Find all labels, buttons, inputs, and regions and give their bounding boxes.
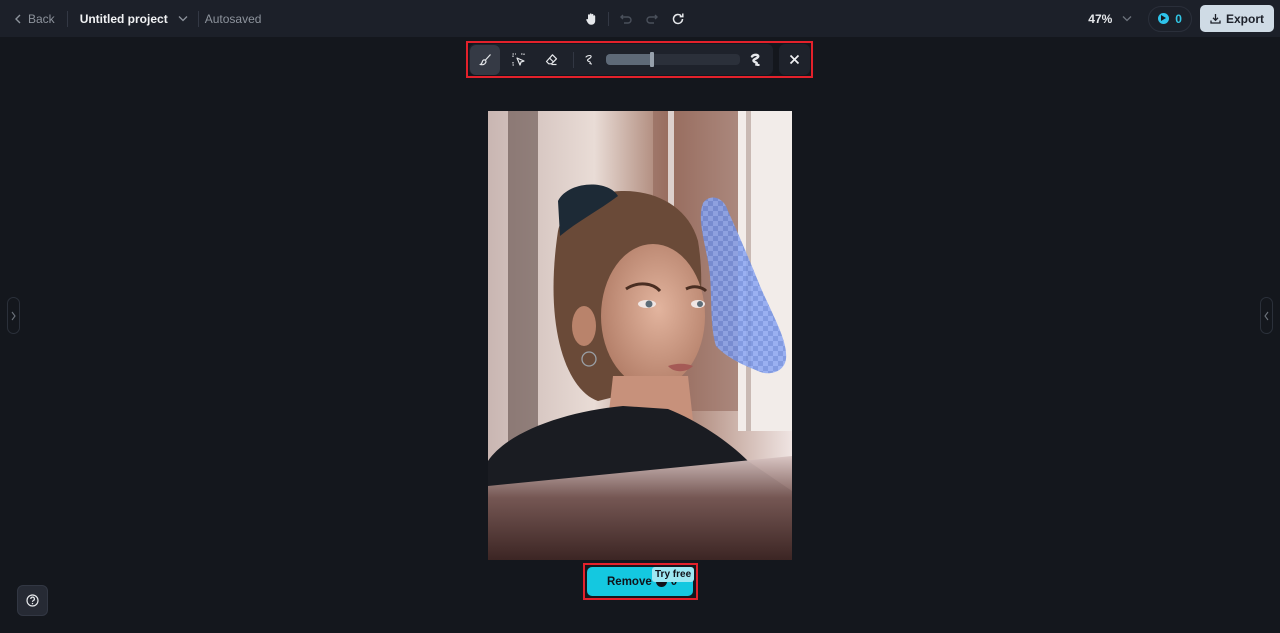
brush-tool-button[interactable] bbox=[470, 44, 500, 75]
undo-button[interactable] bbox=[613, 6, 639, 32]
top-bar: Back Untitled project Autosaved 47% 0 Ex… bbox=[0, 0, 1280, 37]
project-title-menu[interactable]: Untitled project bbox=[80, 12, 188, 26]
history-controls bbox=[578, 0, 691, 37]
expand-right-panel-handle[interactable] bbox=[1260, 297, 1273, 334]
smart-select-icon bbox=[511, 53, 525, 66]
credit-coin-icon bbox=[1158, 13, 1170, 24]
back-button[interactable]: Back bbox=[14, 12, 55, 26]
chevron-down-icon bbox=[178, 16, 188, 22]
top-bar-left: Back Untitled project Autosaved bbox=[14, 0, 261, 37]
chevron-left-icon bbox=[1264, 311, 1269, 320]
divider bbox=[608, 11, 609, 26]
refresh-icon bbox=[672, 13, 684, 24]
brush-size-small-icon bbox=[579, 50, 599, 70]
brush-size-large-glyph bbox=[750, 53, 760, 66]
export-label: Export bbox=[1225, 11, 1264, 26]
divider bbox=[197, 10, 199, 27]
zoom-level: 47% bbox=[1088, 11, 1113, 26]
hand-icon bbox=[586, 12, 596, 25]
chevron-left-icon bbox=[15, 14, 21, 23]
try-free-badge: Try free bbox=[652, 567, 695, 582]
redo-button[interactable] bbox=[639, 6, 665, 32]
chevron-down-icon bbox=[1122, 16, 1132, 22]
canvas-image[interactable] bbox=[488, 111, 792, 560]
download-icon bbox=[1210, 14, 1221, 24]
pan-button[interactable] bbox=[578, 6, 604, 32]
project-title: Untitled project bbox=[79, 11, 168, 26]
brush-size-slider-thumb[interactable] bbox=[649, 52, 654, 67]
brush-size-slider[interactable] bbox=[606, 52, 740, 67]
smart-select-tool-button[interactable] bbox=[503, 45, 533, 75]
export-button[interactable]: Export bbox=[1199, 5, 1274, 32]
expand-left-panel-handle[interactable] bbox=[7, 297, 20, 334]
chevron-right-icon bbox=[11, 311, 16, 320]
brush-icon bbox=[478, 54, 491, 66]
undo-icon bbox=[620, 14, 632, 24]
brush-size-large-icon bbox=[745, 50, 765, 70]
top-bar-right: 47% 0 Export bbox=[1088, 0, 1274, 37]
remove-label: Remove bbox=[607, 575, 652, 588]
zoom-level-dropdown[interactable]: 47% bbox=[1088, 12, 1132, 26]
save-status: Autosaved bbox=[204, 11, 262, 26]
credits-count: 0 bbox=[1175, 11, 1182, 26]
divider bbox=[66, 10, 68, 27]
brush-toolbar bbox=[469, 44, 773, 75]
eraser-tool-button[interactable] bbox=[536, 45, 566, 75]
credits-badge[interactable]: 0 bbox=[1148, 5, 1192, 32]
redo-icon bbox=[646, 14, 658, 24]
brush-size-slider-fill bbox=[606, 54, 652, 65]
back-label: Back bbox=[28, 11, 55, 26]
brush-size-small-glyph bbox=[584, 54, 592, 65]
help-icon bbox=[26, 594, 39, 607]
reset-button[interactable] bbox=[665, 6, 691, 32]
close-brush-toolbar-button[interactable] bbox=[779, 44, 810, 75]
divider bbox=[573, 51, 574, 68]
portrait-photo bbox=[488, 111, 792, 560]
close-icon bbox=[789, 54, 800, 65]
eraser-icon bbox=[545, 54, 557, 66]
help-button[interactable] bbox=[17, 585, 48, 616]
